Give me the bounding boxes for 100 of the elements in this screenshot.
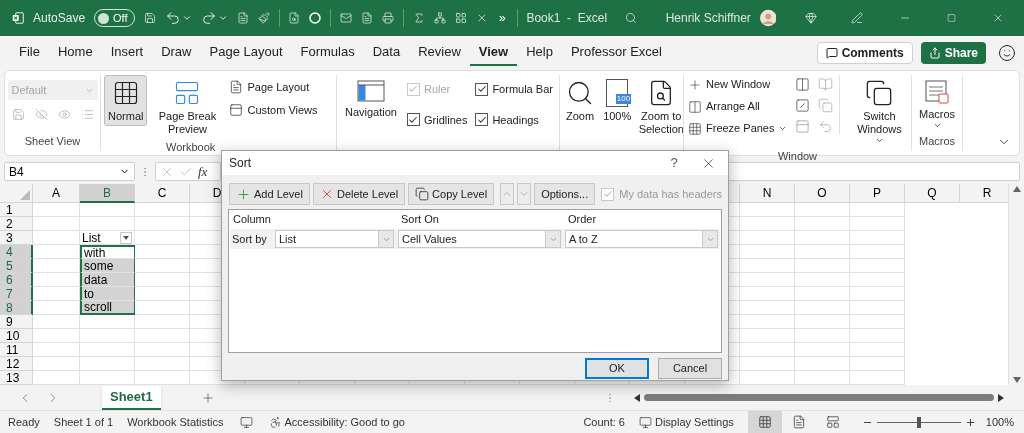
zoom-button[interactable]: Zoom xyxy=(562,75,599,126)
unhide-icon[interactable] xyxy=(795,119,811,134)
function-icon[interactable] xyxy=(412,10,425,26)
row-header[interactable]: 2 xyxy=(0,217,33,231)
dialog-button[interactable]: OK xyxy=(585,358,649,379)
menu-tab[interactable]: Draw xyxy=(152,40,201,66)
paintbrush-icon[interactable] xyxy=(257,10,270,26)
save-icon[interactable] xyxy=(143,10,156,26)
column-header[interactable]: B xyxy=(80,184,135,203)
window-button[interactable]: New Window xyxy=(688,76,788,93)
window-button[interactable]: Arrange All xyxy=(688,98,788,115)
macro-sheet-icon xyxy=(924,79,950,105)
row-header[interactable]: 5 xyxy=(0,259,33,273)
menu-tab[interactable]: Page Layout xyxy=(200,40,292,66)
help-button[interactable]: ? xyxy=(659,153,689,173)
hide-icon[interactable] xyxy=(795,98,811,113)
insert-function-button[interactable]: fx xyxy=(198,164,208,179)
filter-button[interactable] xyxy=(120,231,132,244)
row-header[interactable]: 12 xyxy=(0,357,33,371)
file-search-icon[interactable] xyxy=(288,10,301,26)
dropdown-field[interactable]: Cell Values xyxy=(398,230,561,248)
avatar-icon[interactable] xyxy=(759,7,777,29)
share-button[interactable]: Share xyxy=(920,42,986,64)
empty-cell xyxy=(80,343,135,357)
pen-icon[interactable] xyxy=(851,10,864,26)
dialog-button[interactable]: Cancel xyxy=(658,358,722,379)
record-icon[interactable] xyxy=(309,10,322,26)
row-header[interactable]: 1 xyxy=(0,203,33,217)
accessibility-button[interactable]: Accessibility: Good to go xyxy=(268,413,405,431)
row-header[interactable]: 9 xyxy=(0,315,33,329)
menu-tab[interactable]: Help xyxy=(517,40,562,66)
toolbar-button[interactable]: Copy Level xyxy=(408,183,495,205)
more-commands-button[interactable]: » xyxy=(497,9,508,27)
column-header[interactable]: P xyxy=(850,184,905,203)
column-header[interactable]: N xyxy=(740,184,795,203)
view-button[interactable]: Page Layout xyxy=(229,79,318,96)
switch-windows-button[interactable]: Switch Windows xyxy=(848,75,911,148)
menu-tab[interactable]: Professor Excel xyxy=(561,40,671,66)
window-button[interactable]: Freeze Panes xyxy=(688,120,788,137)
zoom-in-icon[interactable] xyxy=(964,416,976,428)
row-header[interactable]: 13 xyxy=(0,371,33,385)
row-header[interactable]: 11 xyxy=(0,343,33,357)
split-icon[interactable] xyxy=(795,77,811,92)
toolbar-button[interactable]: Add Level xyxy=(229,183,310,205)
name-box[interactable]: B4 xyxy=(4,162,135,181)
undo-dropdown-icon[interactable] xyxy=(181,13,192,23)
redo-dropdown-icon[interactable] xyxy=(217,13,228,23)
row-header[interactable]: 4 xyxy=(0,245,33,259)
table-cell: some xyxy=(80,259,135,273)
zoom-100-button[interactable]: 100 100% xyxy=(599,75,636,126)
view-button[interactable]: Custom Views xyxy=(229,101,318,118)
view-button[interactable] xyxy=(747,411,782,433)
menu-tab[interactable]: View xyxy=(469,40,518,66)
toolbar-button[interactable]: Options... xyxy=(534,183,596,205)
dropdown-field[interactable]: A to Z xyxy=(565,230,718,248)
menu-tab[interactable]: Review xyxy=(409,40,470,66)
slider-thumb[interactable] xyxy=(916,416,921,428)
zoom-selection-button[interactable]: Zoom to Selection xyxy=(636,75,687,139)
feedback-icon[interactable] xyxy=(998,44,1016,62)
mail-icon[interactable] xyxy=(340,10,353,26)
table-cell: with xyxy=(80,245,135,259)
display-settings-button[interactable]: Display Settings xyxy=(639,413,734,431)
checkbox[interactable] xyxy=(475,113,489,127)
column-header[interactable]: C xyxy=(135,184,190,203)
zoom-slider[interactable] xyxy=(876,416,961,428)
menu-tab[interactable]: Home xyxy=(48,40,102,66)
redo-icon[interactable] xyxy=(200,10,217,26)
row-header[interactable]: 10 xyxy=(0,329,33,343)
toolbar-button[interactable]: Delete Level xyxy=(312,183,406,205)
scroll-left-icon[interactable] xyxy=(634,393,640,402)
scroll-down-icon[interactable] xyxy=(1012,377,1021,383)
checkbox[interactable] xyxy=(407,113,420,127)
sheet-tab[interactable]: Sheet1 xyxy=(102,385,161,410)
column-header[interactable]: O xyxy=(795,184,850,203)
view-button[interactable]: Normal xyxy=(104,75,148,126)
undo-icon[interactable] xyxy=(164,10,181,26)
menu-tab[interactable]: Formulas xyxy=(291,40,364,66)
scroll-right-icon[interactable] xyxy=(998,393,1004,402)
empty-cell xyxy=(850,203,905,217)
menu-tab[interactable]: File xyxy=(10,40,49,66)
document-icon[interactable] xyxy=(361,10,374,26)
comments-button[interactable]: Comments xyxy=(816,42,913,64)
scroll-up-icon[interactable] xyxy=(1012,186,1021,192)
macros-button[interactable]: Macros xyxy=(914,75,960,133)
menu-tab[interactable]: Data xyxy=(363,40,410,66)
dropdown-field[interactable]: List xyxy=(275,230,394,248)
maximize-icon[interactable] xyxy=(947,12,957,24)
navigation-button[interactable]: Navigation xyxy=(341,75,401,122)
row-header[interactable]: 6 xyxy=(0,273,33,287)
count-text: Count: 6 xyxy=(583,414,625,430)
row-header[interactable]: 3 xyxy=(0,231,33,245)
view-button[interactable]: Page Break Preview xyxy=(150,75,225,139)
search-icon[interactable] xyxy=(625,10,638,26)
printer-icon[interactable] xyxy=(382,10,395,26)
row-header[interactable]: 8 xyxy=(0,301,33,315)
diamond-icon[interactable] xyxy=(804,10,817,26)
menu-tab[interactable]: Insert xyxy=(101,40,153,66)
row-header[interactable]: 7 xyxy=(0,287,33,301)
column-header[interactable]: Q xyxy=(905,184,960,203)
checkbox[interactable] xyxy=(475,82,489,96)
